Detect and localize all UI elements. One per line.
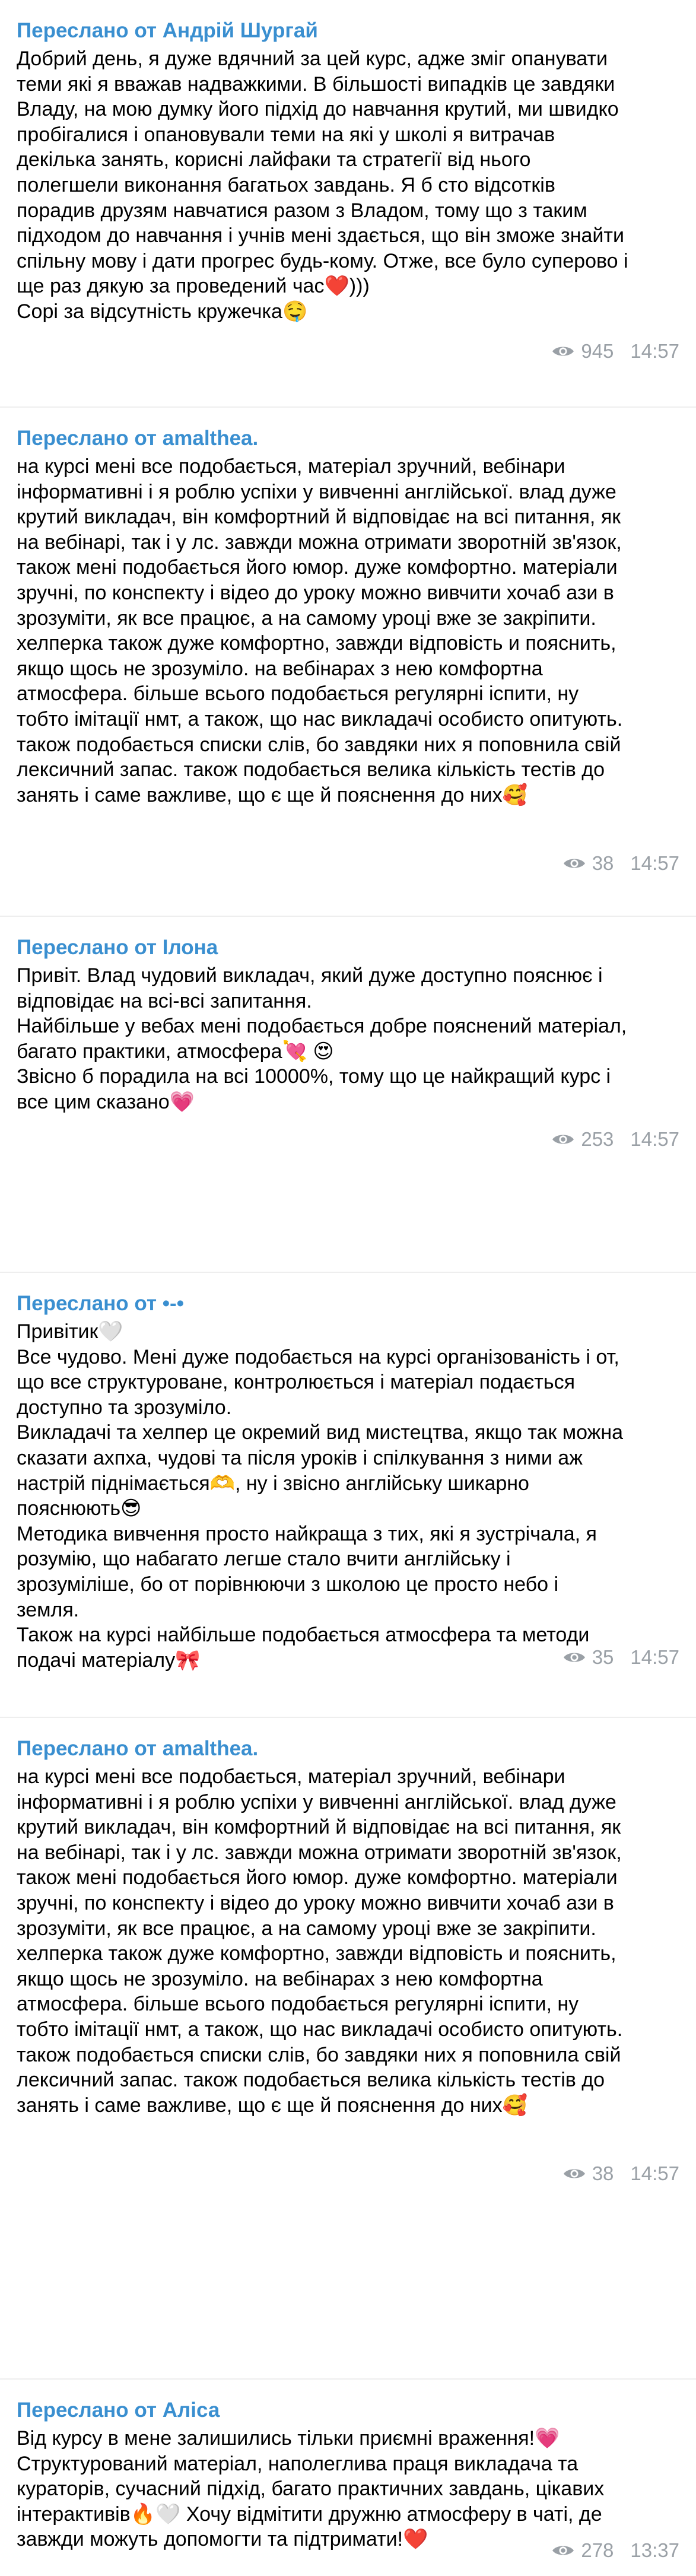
message-feed: Переслано от Андрій Шургай Добрий день, … bbox=[0, 0, 696, 2570]
forwarded-message[interactable]: Переслано от •-• Привітик🤍 Все чудово. М… bbox=[0, 1272, 696, 1717]
eye-icon bbox=[552, 347, 574, 356]
view-count: 278 bbox=[581, 2539, 614, 2561]
message-time: 14:57 bbox=[630, 340, 679, 362]
message-time: 14:57 bbox=[630, 2162, 679, 2184]
message-text: Привіт. Влад чудовий викладач, який дуже… bbox=[17, 964, 627, 1113]
eye-icon bbox=[552, 1135, 574, 1144]
eye-icon bbox=[563, 859, 585, 868]
eye-icon bbox=[563, 2169, 585, 2178]
message-meta: 38 14:57 bbox=[562, 852, 679, 875]
sender-name[interactable]: Переслано от amalthea. bbox=[17, 1736, 679, 1762]
sender-name[interactable]: Переслано от Ілона bbox=[17, 935, 679, 961]
sender-name[interactable]: Переслано от amalthea. bbox=[17, 425, 679, 452]
message-text: Від курсу в мене залишились тільки приєм… bbox=[17, 2427, 605, 2551]
view-count: 38 bbox=[592, 2162, 614, 2184]
message-meta: 38 14:57 bbox=[562, 2162, 679, 2186]
message-meta: 278 13:37 bbox=[551, 2539, 679, 2562]
message-time: 14:57 bbox=[630, 852, 679, 874]
forwarded-message[interactable]: Переслано от amalthea. на курсі мені все… bbox=[0, 406, 696, 916]
message-meta: 35 14:57 bbox=[562, 1646, 679, 1669]
view-count: 253 bbox=[581, 1128, 614, 1150]
message-meta: 945 14:57 bbox=[551, 339, 679, 363]
eye-icon bbox=[552, 2546, 574, 2555]
message-meta: 253 14:57 bbox=[551, 1127, 679, 1151]
message-time: 13:37 bbox=[630, 2539, 679, 2561]
sender-name[interactable]: Переслано от Андрій Шургай bbox=[17, 18, 679, 44]
message-time: 14:57 bbox=[630, 1646, 679, 1668]
message-text: Добрий день, я дуже вдячний за цей курс,… bbox=[17, 47, 628, 323]
forwarded-message[interactable]: Переслано от Ілона Привіт. Влад чудовий … bbox=[0, 916, 696, 1272]
message-text: на курсі мені все подобається, матеріал … bbox=[17, 455, 623, 806]
message-text: Привітик🤍 Все чудово. Мені дуже подобаєт… bbox=[17, 1320, 624, 1672]
view-count: 38 bbox=[592, 852, 614, 874]
forwarded-message[interactable]: Переслано от amalthea. на курсі мені все… bbox=[0, 1717, 696, 2378]
view-count: 35 bbox=[592, 1646, 614, 1668]
eye-icon bbox=[563, 1653, 585, 1662]
forwarded-message[interactable]: Переслано от Андрій Шургай Добрий день, … bbox=[0, 0, 696, 406]
message-time: 14:57 bbox=[630, 1128, 679, 1150]
message-text: на курсі мені все подобається, матеріал … bbox=[17, 1765, 623, 2117]
view-count: 945 bbox=[581, 340, 614, 362]
sender-name[interactable]: Переслано от Аліса bbox=[17, 2397, 679, 2423]
sender-name[interactable]: Переслано от •-• bbox=[17, 1291, 679, 1317]
forwarded-message[interactable]: Переслано от Аліса Від курсу в мене зали… bbox=[0, 2378, 696, 2570]
